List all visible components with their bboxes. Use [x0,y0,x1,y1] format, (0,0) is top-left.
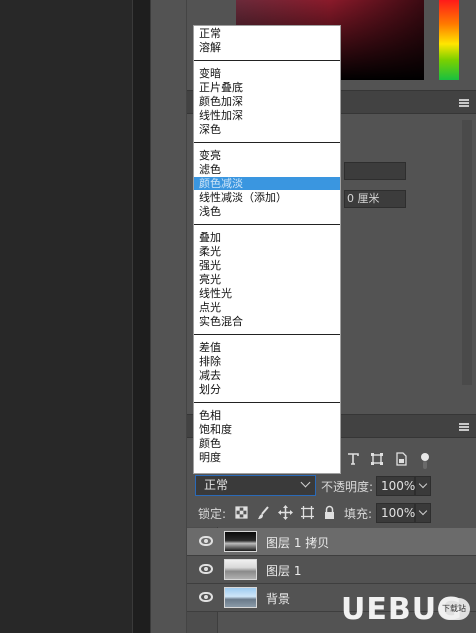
lock-transparent-pixels-icon[interactable] [234,505,249,520]
blend-mode-option[interactable]: 点光 [194,301,340,314]
blend-mode-option[interactable]: 线性光 [194,287,340,300]
shape-filter-icon[interactable] [370,452,384,466]
layer-thumbnail [224,587,257,608]
menu-divider [194,334,340,335]
layer-filter-icons [346,450,432,469]
blend-mode-option[interactable]: 正片叠底 [194,81,340,94]
blend-mode-option[interactable]: 减去 [194,369,340,382]
blend-mode-option[interactable]: 正常 [194,27,340,40]
blend-mode-option[interactable]: 差值 [194,341,340,354]
blend-mode-option[interactable]: 排除 [194,355,340,368]
blend-mode-select[interactable]: 正常 [195,475,316,496]
lock-label: 锁定: [198,507,227,521]
smart-object-filter-icon[interactable] [394,452,408,466]
chevron-down-icon [300,477,311,488]
hue-slider[interactable] [439,0,459,80]
layer-row[interactable]: 图层 1 拷贝 [187,528,476,556]
eye-icon[interactable] [199,592,213,602]
watermark-logo: UEBUG 下载站 [325,590,475,633]
fill-field[interactable]: 100% [376,503,415,523]
layer-name[interactable]: 图层 1 拷贝 [266,534,329,551]
blend-mode-option[interactable]: 变亮 [194,149,340,162]
blend-mode-option[interactable]: 明度 [194,451,340,464]
blend-mode-option[interactable]: 线性加深 [194,109,340,122]
menu-divider [194,60,340,61]
blend-mode-option[interactable]: 深色 [194,123,340,136]
type-filter-icon[interactable] [346,452,360,466]
blend-mode-option[interactable]: 色相 [194,409,340,422]
blend-mode-option[interactable]: 饱和度 [194,423,340,436]
menu-divider [194,402,340,403]
blend-mode-option[interactable]: 柔光 [194,245,340,258]
blend-mode-option[interactable]: 变暗 [194,67,340,80]
blend-mode-option[interactable]: 线性减淡（添加） [194,191,340,204]
menu-divider [194,224,340,225]
watermark-badge: 下载站 [438,598,470,620]
blend-mode-option[interactable]: 强光 [194,259,340,272]
opacity-dropdown[interactable] [415,476,431,496]
layer-thumbnail [224,559,257,580]
fill-dropdown[interactable] [415,503,431,523]
lock-all-icon[interactable] [322,505,337,520]
eye-icon[interactable] [199,536,213,546]
layer-thumbnail [224,531,257,552]
layer-row[interactable]: 图层 1 [187,556,476,584]
blend-mode-dropdown-menu: 正常 溶解变暗 正片叠底 颜色加深 线性加深 深色变亮 滤色 颜色减淡 线性减淡（添加） 浅色叠加… [193,25,341,474]
opacity-label: 不透明度: [321,480,374,494]
lock-image-pixels-icon[interactable] [256,505,271,520]
layer-name[interactable]: 图层 1 [266,562,301,579]
canvas-area[interactable] [0,0,132,633]
menu-divider [194,142,340,143]
fill-label: 填充: [344,507,373,521]
blend-mode-option[interactable]: 溶解 [194,41,340,54]
lock-position-icon[interactable] [278,505,293,520]
blend-mode-option[interactable]: 颜色加深 [194,95,340,108]
blend-mode-option[interactable]: 划分 [194,383,340,396]
blend-mode-option[interactable]: 亮光 [194,273,340,286]
property-unit-field[interactable]: 0 厘米 [344,190,406,208]
blend-mode-option[interactable]: 叠加 [194,231,340,244]
lock-icons [234,505,337,520]
layer-name[interactable]: 背景 [266,590,290,607]
blend-mode-option[interactable]: 滤色 [194,163,340,176]
panel-menu-icon[interactable] [459,99,469,107]
layers-panel-menu-icon[interactable] [459,423,469,431]
blend-mode-option[interactable]: 浅色 [194,205,340,218]
properties-scrollbar[interactable] [462,120,472,385]
filter-toggle-icon[interactable] [418,452,432,469]
blend-mode-option[interactable]: 实色混合 [194,315,340,328]
lock-artboard-icon[interactable] [300,505,315,520]
blend-mode-value: 正常 [204,478,229,492]
blend-mode-option[interactable]: 颜色减淡 [194,177,340,190]
eye-icon[interactable] [199,564,213,574]
blend-mode-option[interactable]: 颜色 [194,437,340,450]
opacity-field[interactable]: 100% [376,476,415,496]
property-field-top[interactable] [344,162,406,180]
canvas-scroll-strip [132,0,150,633]
